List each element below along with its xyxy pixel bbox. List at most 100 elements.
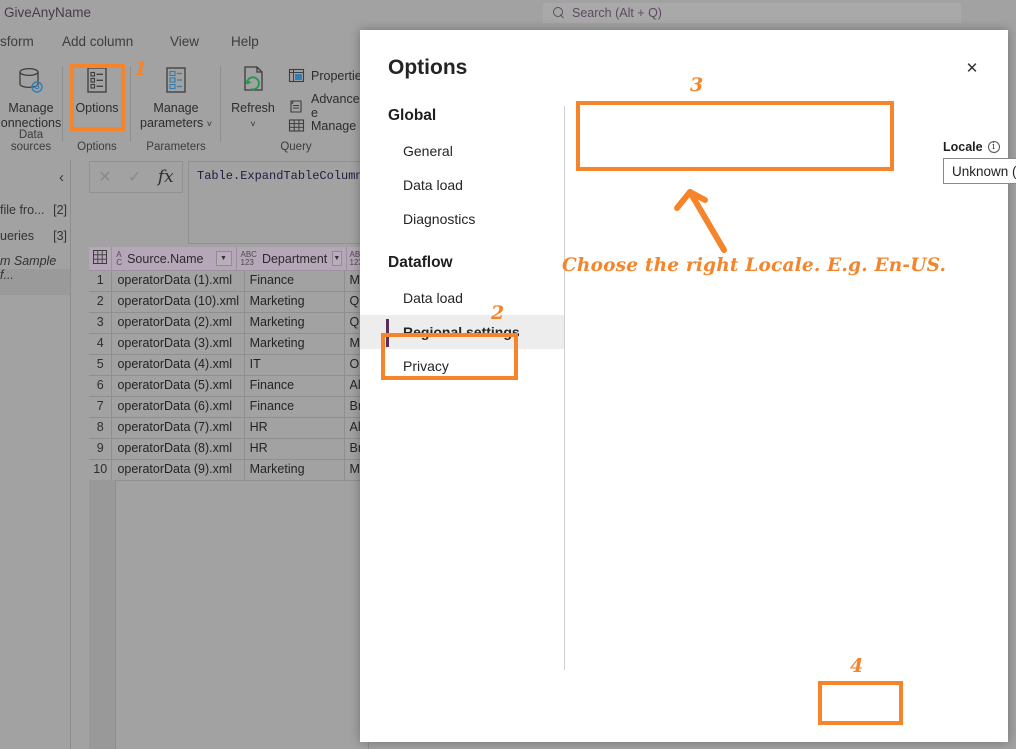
row-index: 7 <box>89 397 113 418</box>
fx-icon[interactable]: fx <box>158 167 174 187</box>
row-index: 3 <box>89 313 113 334</box>
filter-dropdown-department[interactable]: ▼ <box>332 251 342 266</box>
annotation-highlight-ok-button <box>818 681 903 725</box>
table-row[interactable]: 1 operatorData (1).xml Finance M <box>89 271 369 292</box>
dialog-nav-divider <box>564 106 565 670</box>
nav-item-data-load-dataflow[interactable]: Data load <box>360 281 564 315</box>
locale-select[interactable]: Unknown (en-gb-oxendict) ˅ <box>943 158 1016 184</box>
chevron-left-icon[interactable]: ‹ <box>59 169 64 186</box>
data-grid: AC Source.Name ▼ ABC 123 Department ▼ ABC… <box>89 247 369 481</box>
cell-source-name: operatorData (3).xml <box>112 334 245 355</box>
ribbon-separator <box>130 66 131 142</box>
refresh-label: Refresh ˅ <box>231 101 275 129</box>
annotation-step-3: 3 <box>690 74 704 96</box>
row-index: 5 <box>89 355 113 376</box>
queries-group-file-from-count: [2] <box>53 203 67 217</box>
properties-icon <box>288 67 305 84</box>
table-icon <box>93 250 108 267</box>
filter-dropdown-source-name[interactable]: ▼ <box>215 251 232 266</box>
ribbon-tab-view[interactable]: View <box>170 34 199 49</box>
ribbon-tab-add-column[interactable]: Add column <box>62 34 133 49</box>
queries-group-queries-count: [3] <box>53 229 67 243</box>
cell-department: Marketing <box>244 292 345 313</box>
cell-department: Finance <box>244 271 345 292</box>
manage-table-icon <box>288 117 305 134</box>
table-row[interactable]: 5 operatorData (4).xml IT Or <box>89 355 369 376</box>
cell-source-name: operatorData (6).xml <box>112 397 245 418</box>
annotation-highlight-regional-settings <box>381 333 518 380</box>
table-row[interactable]: 8 operatorData (7).xml HR Al <box>89 418 369 439</box>
refresh-icon <box>236 64 270 98</box>
annotation-highlight-options-button <box>70 64 125 131</box>
close-icon[interactable]: ✕ <box>956 52 988 84</box>
table-row[interactable]: 9 operatorData (8).xml HR Br <box>89 439 369 460</box>
table-row[interactable]: 4 operatorData (3).xml Marketing M <box>89 334 369 355</box>
parameters-icon <box>159 64 193 98</box>
window-title-bar: GiveAnyName Search (Alt + Q) <box>0 0 1016 27</box>
ribbon-separator <box>220 66 221 142</box>
nav-item-diagnostics[interactable]: Diagnostics <box>360 202 564 236</box>
refresh-button[interactable]: Refresh ˅ <box>222 64 284 132</box>
cell-department: HR <box>244 439 345 460</box>
cell-department: Finance <box>244 376 345 397</box>
ribbon-tab-transform[interactable]: sform <box>0 34 34 49</box>
locale-select-value: Unknown (en-gb-oxendict) <box>952 163 1016 179</box>
row-index: 9 <box>89 439 113 460</box>
column-header-department[interactable]: ABC 123 Department ▼ <box>236 247 347 271</box>
cell-source-name: operatorData (4).xml <box>112 355 245 376</box>
queries-item-sample-file[interactable]: m Sample f... <box>0 254 71 282</box>
manage-connections-label: Manage onnections <box>0 101 62 130</box>
type-icon-any: ABC 123 <box>240 249 257 267</box>
formula-bar-tools: ✕ ✓ fx <box>89 161 183 193</box>
queries-item-sample-file-label: m Sample f... <box>0 254 57 282</box>
database-gear-icon <box>14 64 48 98</box>
row-index: 10 <box>89 460 113 481</box>
table-row[interactable]: 6 operatorData (5).xml Finance Al <box>89 376 369 397</box>
check-icon[interactable]: ✓ <box>128 167 141 187</box>
row-index: 6 <box>89 376 113 397</box>
queries-pane: ‹ file fro... [2] ueries [3] m Sample f.… <box>0 160 71 749</box>
cell-source-name: operatorData (10).xml <box>112 292 245 313</box>
search-input[interactable]: Search (Alt + Q) <box>542 2 962 24</box>
data-grid-header: AC Source.Name ▼ ABC 123 Department ▼ ABC… <box>89 247 369 271</box>
nav-item-general[interactable]: General <box>360 134 564 168</box>
nav-item-data-load-global[interactable]: Data load <box>360 168 564 202</box>
table-row[interactable]: 10 operatorData (9).xml Marketing M <box>89 460 369 481</box>
cell-source-name: operatorData (7).xml <box>112 418 245 439</box>
annotation-note: Choose the right Locale. E.g. En-US. <box>562 255 947 276</box>
locale-label: Locale i <box>943 140 1000 154</box>
manage-query-button[interactable]: Manage ˅ <box>288 117 367 134</box>
annotation-step-4: 4 <box>850 655 864 677</box>
cell-department: Marketing <box>244 460 345 481</box>
data-grid-body: 1 operatorData (1).xml Finance M 2 opera… <box>89 271 369 481</box>
ribbon-group-label-data-sources: Data sources <box>10 129 52 153</box>
cell-source-name: operatorData (9).xml <box>112 460 245 481</box>
manage-parameters-label: Manage parameters ˅ <box>140 101 212 130</box>
cell-department: HR <box>244 418 345 439</box>
type-icon-text: AC <box>116 249 123 267</box>
queries-group-file-from[interactable]: file fro... [2] <box>0 203 71 217</box>
table-row[interactable]: 7 operatorData (6).xml Finance Br <box>89 397 369 418</box>
ribbon-group-data-sources: Manage onnections Data sources <box>0 60 62 157</box>
table-row[interactable]: 3 operatorData (2).xml Marketing Qu <box>89 313 369 334</box>
ribbon-group-label-parameters: Parameters <box>146 141 206 153</box>
properties-button[interactable]: Properties <box>288 67 368 84</box>
queries-pane-divider <box>70 160 71 749</box>
advanced-editor-icon <box>288 98 305 115</box>
queries-group-queries[interactable]: ueries [3] <box>0 229 71 243</box>
ribbon-separator <box>62 66 63 142</box>
row-index: 1 <box>89 271 113 292</box>
column-header-source-name[interactable]: AC Source.Name ▼ <box>112 247 237 271</box>
close-icon[interactable]: ✕ <box>98 167 111 187</box>
ribbon-tab-help[interactable]: Help <box>231 34 259 49</box>
grid-select-all-button[interactable] <box>89 247 113 271</box>
ribbon-group-label-query: Query <box>280 141 312 153</box>
table-row[interactable]: 2 operatorData (10).xml Marketing Qu <box>89 292 369 313</box>
cell-department: Finance <box>244 397 345 418</box>
cell-source-name: operatorData (5).xml <box>112 376 245 397</box>
cell-department: IT <box>244 355 345 376</box>
advanced-editor-button[interactable]: Advanced e <box>288 92 370 120</box>
info-icon[interactable]: i <box>987 141 1000 153</box>
cell-source-name: operatorData (8).xml <box>112 439 245 460</box>
manage-connections-button[interactable]: Manage onnections <box>0 64 62 131</box>
